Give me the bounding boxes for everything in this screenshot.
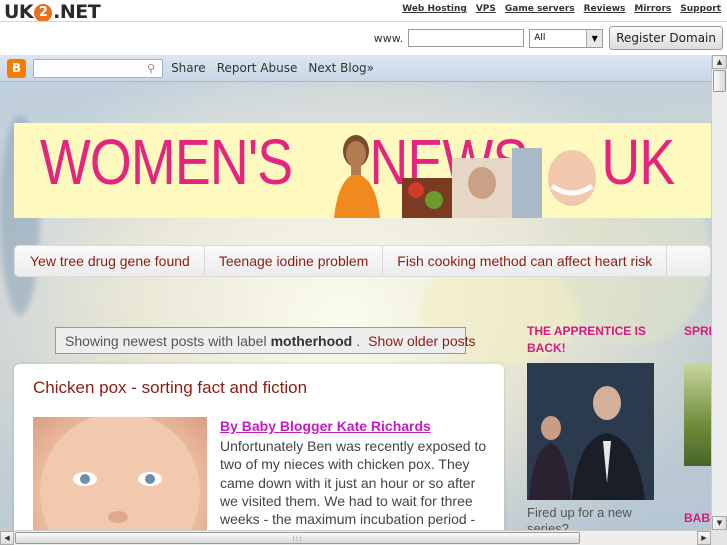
status-prefix: Showing newest posts with label bbox=[65, 332, 267, 349]
sidebar-widget-title: BABY bbox=[684, 511, 711, 525]
blogger-navbar: B ⚲ Share Report Abuse Next Blog» bbox=[0, 55, 711, 82]
sidebar-widget-caption: Fired up for a new series? bbox=[527, 505, 632, 530]
header-word-womens: WOMEN'S bbox=[40, 126, 293, 198]
link-reviews[interactable]: Reviews bbox=[584, 4, 626, 14]
apprentice-photo[interactable] bbox=[527, 363, 654, 500]
show-older-posts-link[interactable]: Show older posts bbox=[368, 333, 475, 349]
link-mirrors[interactable]: Mirrors bbox=[634, 4, 671, 14]
post-title[interactable]: Chicken pox - sorting fact and fiction bbox=[33, 378, 307, 398]
post-byline-link[interactable]: By Baby Blogger Kate Richards bbox=[220, 418, 431, 434]
top-divider bbox=[0, 21, 727, 22]
blog-search-input[interactable] bbox=[33, 58, 163, 78]
domain-search-row: www. All ▼ Register Domain bbox=[374, 26, 723, 50]
search-icon[interactable]: ⚲ bbox=[147, 62, 155, 75]
chevron-down-icon[interactable]: ▼ bbox=[586, 29, 603, 47]
blogger-icon[interactable]: B bbox=[7, 58, 26, 78]
sidebar-widget-title: SPRI bbox=[684, 324, 711, 338]
sidebar-widget-title: THE APPRENTICE IS BACK! bbox=[527, 324, 646, 355]
vertical-scroll-thumb[interactable] bbox=[713, 70, 726, 92]
www-label: www. bbox=[373, 31, 404, 45]
tld-selected-value: All bbox=[534, 33, 546, 43]
scroll-down-icon[interactable]: ▼ bbox=[712, 516, 727, 530]
link-game-servers[interactable]: Game servers bbox=[505, 4, 575, 14]
link-web-hosting[interactable]: Web Hosting bbox=[402, 4, 467, 14]
scroll-up-icon[interactable]: ▲ bbox=[712, 55, 727, 69]
post-body: Unfortunately Ben was recently exposed t… bbox=[220, 438, 487, 530]
tab-fish-cooking[interactable]: Fish cooking method can affect heart ris… bbox=[383, 246, 668, 276]
tld-select[interactable]: All ▼ bbox=[529, 28, 604, 48]
register-domain-button[interactable]: Register Domain bbox=[609, 26, 723, 50]
header-woman-photo bbox=[334, 135, 380, 218]
uk2-top-bar: UK 2 .NET Web Hosting VPS Game servers Rev… bbox=[0, 0, 727, 56]
share-link[interactable]: Share bbox=[171, 61, 206, 75]
link-vps[interactable]: VPS bbox=[476, 4, 496, 14]
header-photo-collage bbox=[402, 148, 596, 218]
vertical-scrollbar[interactable]: ▲ ▼ bbox=[711, 55, 727, 530]
horizontal-scrollbar[interactable]: ◀ ⁞⁞⁞ ▶ bbox=[0, 530, 711, 545]
blog-post: Chicken pox - sorting fact and fiction B… bbox=[14, 364, 504, 530]
scroll-corner bbox=[711, 530, 727, 545]
sidebar-landscape-photo[interactable] bbox=[684, 363, 711, 466]
domain-input[interactable] bbox=[408, 29, 525, 47]
uk2-links: Web Hosting VPS Game servers Reviews Mir… bbox=[402, 4, 721, 14]
uk2-logo-two: 2 bbox=[34, 4, 53, 22]
header-word-uk: UK bbox=[601, 126, 675, 198]
blog-page: B ⚲ Share Report Abuse Next Blog» WOMEN'… bbox=[0, 55, 711, 530]
page-tabs: Yew tree drug gene found Teenage iodine … bbox=[14, 245, 711, 277]
link-support[interactable]: Support bbox=[680, 4, 721, 14]
blog-header-banner[interactable]: WOMEN'S NEWS UK bbox=[14, 123, 711, 218]
status-suffix: . bbox=[356, 332, 361, 349]
uk2-logo-left: UK bbox=[4, 1, 34, 23]
scroll-left-icon[interactable]: ◀ bbox=[0, 531, 14, 545]
status-label: motherhood bbox=[270, 332, 353, 349]
label-status-message: Showing newest posts with label motherho… bbox=[55, 327, 476, 354]
baby-photo bbox=[33, 417, 207, 530]
tab-yew-tree[interactable]: Yew tree drug gene found bbox=[15, 246, 205, 276]
next-blog-link[interactable]: Next Blog» bbox=[308, 61, 374, 75]
uk2-logo-right: .NET bbox=[53, 1, 101, 23]
uk2-logo[interactable]: UK 2 .NET bbox=[4, 1, 101, 23]
report-abuse-link[interactable]: Report Abuse bbox=[217, 61, 298, 75]
horizontal-scroll-thumb[interactable]: ⁞⁞⁞ bbox=[15, 532, 580, 544]
tab-teenage-iodine[interactable]: Teenage iodine problem bbox=[205, 246, 384, 276]
scroll-right-icon[interactable]: ▶ bbox=[697, 531, 711, 545]
